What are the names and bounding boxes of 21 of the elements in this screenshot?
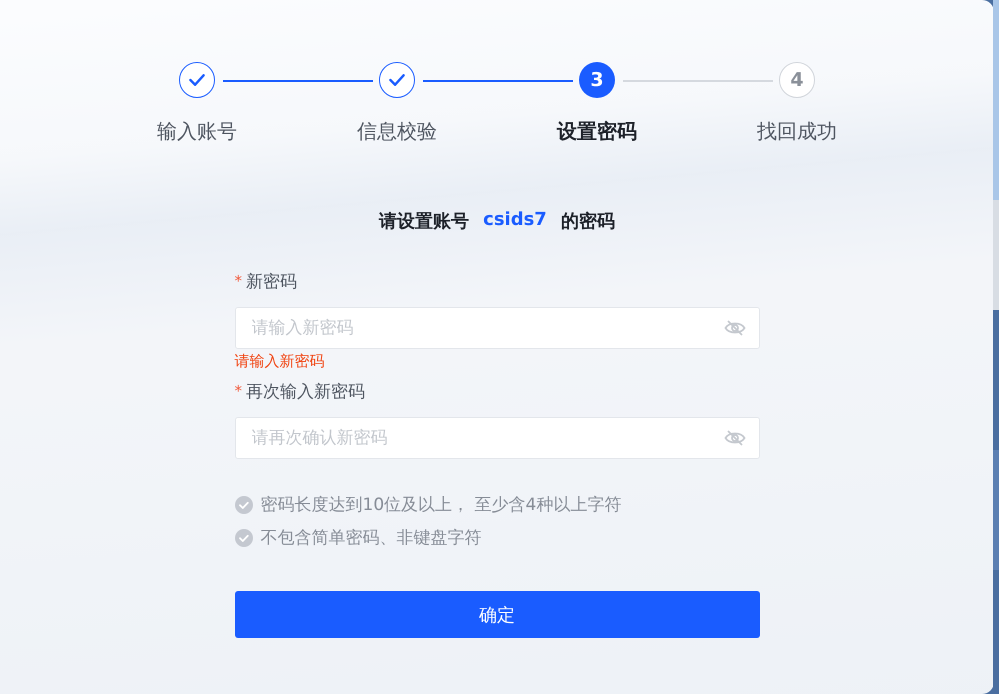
password-field[interactable]: 请输入新密码 bbox=[234, 307, 760, 349]
required-mark: * bbox=[234, 272, 242, 290]
confirm-button[interactable]: 确定 bbox=[234, 591, 760, 638]
error-message: 请输入新密码 bbox=[234, 351, 326, 372]
heading-text: 的密码 bbox=[560, 210, 615, 233]
account-name: csids7 bbox=[483, 209, 547, 232]
field-label: 新密码 bbox=[246, 270, 297, 292]
step-label: 输入账号 bbox=[157, 118, 237, 145]
step-number: 3 bbox=[579, 62, 615, 98]
password-rule: 不包含简单密码、非键盘字符 bbox=[260, 527, 482, 549]
eye-off-icon[interactable] bbox=[724, 319, 746, 337]
step-number: 4 bbox=[779, 62, 815, 98]
field-label: 再次输入新密码 bbox=[246, 380, 365, 402]
password-field[interactable]: 请再次确认新密码 bbox=[234, 417, 760, 459]
eye-off-icon[interactable] bbox=[724, 429, 746, 447]
step-label: 找回成功 bbox=[757, 118, 837, 145]
step-label: 设置密码 bbox=[557, 118, 637, 145]
step-label: 信息校验 bbox=[357, 118, 437, 145]
heading-text: 请设置账号 bbox=[379, 210, 470, 233]
required-mark: * bbox=[234, 382, 242, 400]
password-rule: 密码长度达到10位及以上， 至少含4种以上字符 bbox=[260, 494, 622, 516]
